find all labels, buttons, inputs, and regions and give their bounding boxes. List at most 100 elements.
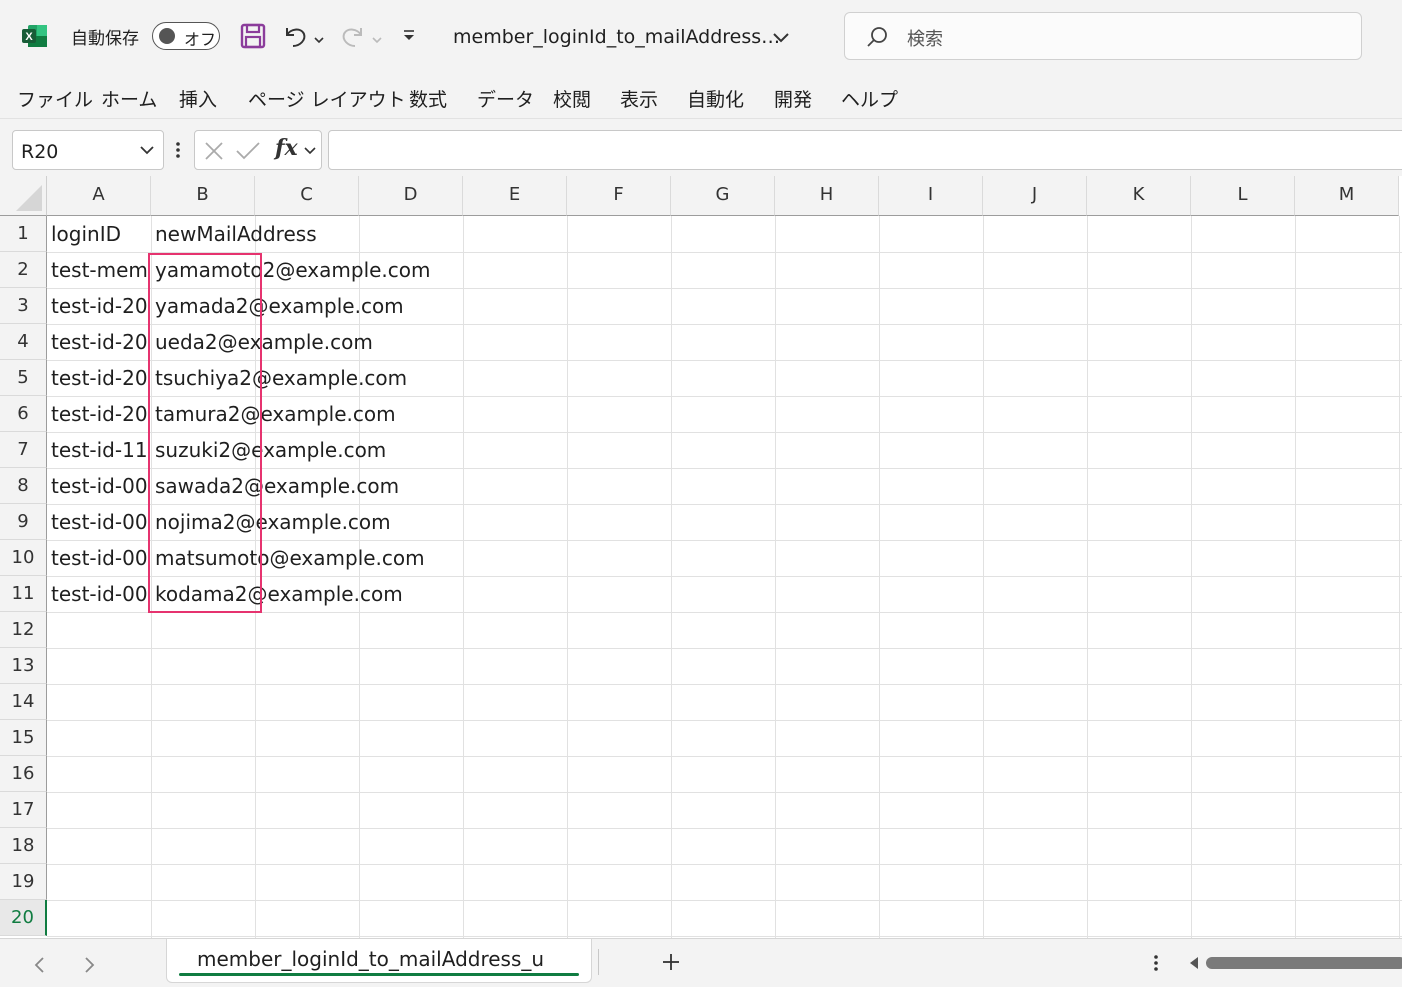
column-header-f[interactable]: F bbox=[567, 176, 671, 216]
row-header-11[interactable]: 11 bbox=[0, 576, 47, 612]
column-header-e[interactable]: E bbox=[463, 176, 567, 216]
sheet-options-icon[interactable] bbox=[1153, 954, 1159, 976]
row-header-2[interactable]: 2 bbox=[0, 252, 47, 288]
row-header-3[interactable]: 3 bbox=[0, 288, 47, 324]
row-header-15[interactable]: 15 bbox=[0, 720, 47, 756]
tab-home[interactable]: ホーム bbox=[101, 85, 157, 112]
row-header-5[interactable]: 5 bbox=[0, 360, 47, 396]
column-header-d[interactable]: D bbox=[359, 176, 463, 216]
redo-icon[interactable] bbox=[339, 22, 367, 54]
row-header-12[interactable]: 12 bbox=[0, 612, 47, 648]
row-header-18[interactable]: 18 bbox=[0, 828, 47, 864]
search-box[interactable]: 検索 bbox=[844, 12, 1362, 60]
cell-a9[interactable]: test-id-00 bbox=[47, 504, 151, 540]
customize-qat-icon[interactable] bbox=[401, 28, 417, 48]
row-header-13[interactable]: 13 bbox=[0, 648, 47, 684]
redo-chevron-down-icon[interactable] bbox=[371, 30, 383, 49]
more-options-icon[interactable] bbox=[175, 141, 181, 163]
fx-chevron-down-icon[interactable] bbox=[303, 146, 317, 156]
cell-b7[interactable]: suzuki2@example.com bbox=[151, 432, 386, 468]
undo-chevron-down-icon[interactable] bbox=[313, 30, 325, 49]
add-sheet-icon[interactable] bbox=[661, 952, 681, 976]
gridline bbox=[47, 900, 1402, 901]
name-box-chevron-down-icon[interactable] bbox=[139, 144, 155, 156]
column-header-b[interactable]: B bbox=[151, 176, 255, 216]
cell-b4[interactable]: ueda2@example.com bbox=[151, 324, 373, 360]
cell-a2[interactable]: test-mem bbox=[47, 252, 151, 288]
save-icon[interactable] bbox=[240, 23, 266, 53]
cell-a6[interactable]: test-id-20 bbox=[47, 396, 151, 432]
row-header-6[interactable]: 6 bbox=[0, 396, 47, 432]
next-sheet-icon[interactable] bbox=[82, 956, 96, 978]
prev-sheet-icon[interactable] bbox=[33, 956, 47, 978]
tab-insert[interactable]: 挿入 bbox=[179, 85, 217, 112]
row-header-20[interactable]: 20 bbox=[0, 900, 47, 936]
scroll-left-icon[interactable] bbox=[1188, 955, 1200, 975]
tab-file[interactable]: ファイル bbox=[17, 85, 93, 112]
tab-review[interactable]: 校閲 bbox=[553, 85, 591, 112]
worksheet-grid[interactable]: A B C D E F G H I J K L M 1 2 3 4 5 6 7 … bbox=[0, 176, 1402, 938]
sheet-tab[interactable]: member_loginId_to_mailAddress_u bbox=[166, 939, 592, 983]
tab-developer[interactable]: 開発 bbox=[774, 85, 812, 112]
search-icon bbox=[867, 27, 887, 47]
cell-b8[interactable]: sawada2@example.com bbox=[151, 468, 399, 504]
column-header-c[interactable]: C bbox=[255, 176, 359, 216]
cell-b1[interactable]: newMailAddress bbox=[151, 216, 317, 252]
autosave-state: オフ bbox=[184, 30, 217, 49]
cell-a7[interactable]: test-id-11 bbox=[47, 432, 151, 468]
cell-b6[interactable]: tamura2@example.com bbox=[151, 396, 396, 432]
chevron-down-icon[interactable] bbox=[772, 29, 790, 48]
cell-a4[interactable]: test-id-20 bbox=[47, 324, 151, 360]
row-header-16[interactable]: 16 bbox=[0, 756, 47, 792]
enter-icon[interactable] bbox=[235, 140, 261, 162]
tab-formulas[interactable]: 数式 bbox=[409, 85, 447, 112]
row-header-7[interactable]: 7 bbox=[0, 432, 47, 468]
column-header-g[interactable]: G bbox=[671, 176, 775, 216]
row-header-17[interactable]: 17 bbox=[0, 792, 47, 828]
tab-data[interactable]: データ bbox=[477, 85, 534, 112]
cell-a10[interactable]: test-id-00 bbox=[47, 540, 151, 576]
row-header-10[interactable]: 10 bbox=[0, 540, 47, 576]
cell-a5[interactable]: test-id-20 bbox=[47, 360, 151, 396]
cell-a11[interactable]: test-id-00 bbox=[47, 576, 151, 612]
insert-function-button[interactable]: fx bbox=[275, 135, 298, 161]
gridline bbox=[47, 936, 1402, 937]
row-header-9[interactable]: 9 bbox=[0, 504, 47, 540]
row-header-14[interactable]: 14 bbox=[0, 684, 47, 720]
cell-a8[interactable]: test-id-00 bbox=[47, 468, 151, 504]
tab-view[interactable]: 表示 bbox=[620, 85, 658, 112]
cell-b9[interactable]: nojima2@example.com bbox=[151, 504, 391, 540]
column-header-m[interactable]: M bbox=[1295, 176, 1399, 216]
cancel-icon[interactable] bbox=[203, 140, 225, 162]
gridline bbox=[47, 756, 1402, 757]
horizontal-scrollbar[interactable] bbox=[1206, 957, 1402, 969]
name-box[interactable]: R20 bbox=[12, 130, 164, 170]
document-title[interactable]: member_loginId_to_mailAddress… bbox=[453, 26, 780, 48]
column-header-h[interactable]: H bbox=[775, 176, 879, 216]
cell-a3[interactable]: test-id-20 bbox=[47, 288, 151, 324]
undo-icon[interactable] bbox=[281, 22, 309, 54]
formula-input[interactable] bbox=[328, 130, 1402, 170]
cell-b10[interactable]: matsumoto@example.com bbox=[151, 540, 425, 576]
cell-b3[interactable]: yamada2@example.com bbox=[151, 288, 404, 324]
column-header-j[interactable]: J bbox=[983, 176, 1087, 216]
select-all-button[interactable] bbox=[0, 176, 47, 216]
tab-help[interactable]: ヘルプ bbox=[841, 85, 898, 112]
row-header-1[interactable]: 1 bbox=[0, 216, 47, 252]
tab-automate[interactable]: 自動化 bbox=[687, 85, 744, 112]
column-header-i[interactable]: I bbox=[879, 176, 983, 216]
cell-b11[interactable]: kodama2@example.com bbox=[151, 576, 403, 612]
column-header-l[interactable]: L bbox=[1191, 176, 1295, 216]
search-placeholder: 検索 bbox=[907, 29, 943, 50]
tab-page-layout[interactable]: ページ レイアウト bbox=[248, 85, 406, 112]
row-header-19[interactable]: 19 bbox=[0, 864, 47, 900]
autosave-toggle[interactable]: オフ bbox=[152, 22, 220, 50]
cell-b2[interactable]: yamamoto2@example.com bbox=[151, 252, 431, 288]
column-header-a[interactable]: A bbox=[47, 176, 151, 216]
cell-b5[interactable]: tsuchiya2@example.com bbox=[151, 360, 407, 396]
cell-a1[interactable]: loginID bbox=[47, 216, 151, 252]
toggle-knob bbox=[159, 28, 175, 44]
row-header-4[interactable]: 4 bbox=[0, 324, 47, 360]
column-header-k[interactable]: K bbox=[1087, 176, 1191, 216]
row-header-8[interactable]: 8 bbox=[0, 468, 47, 504]
